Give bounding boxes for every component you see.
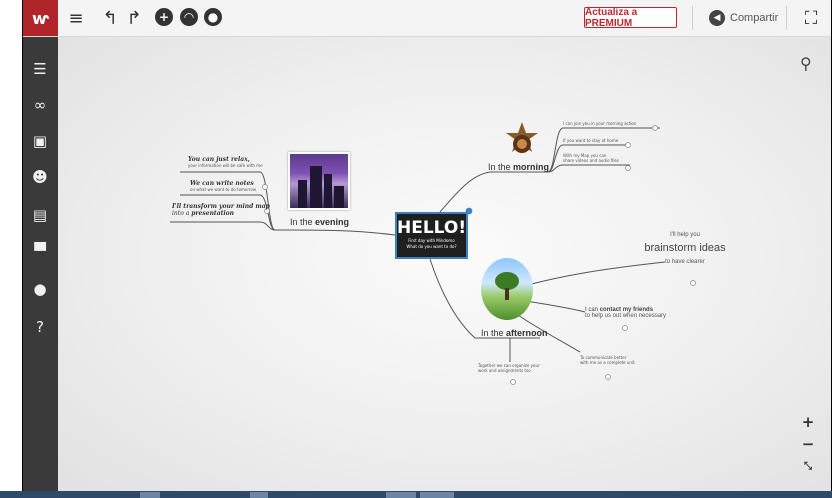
central-topic[interactable]: HELLO! First day with Mindomo What do yo… — [395, 212, 468, 259]
contact-line2: to help us out when necessary — [585, 313, 667, 319]
subtopic-contact[interactable]: I can contact my friends to help us out … — [585, 307, 666, 319]
brainstorm-line3: to have clearer — [665, 259, 705, 265]
subtopic-notes[interactable]: We can write notes on what we want to do… — [190, 180, 256, 192]
topic-evening-prefix: In the — [290, 217, 316, 227]
central-topic-line2: What do you want to do? — [406, 244, 457, 249]
topic-afternoon-prefix: In the — [481, 328, 507, 338]
subtopic-presentation-title: I'll transform your mind map — [172, 203, 270, 210]
tree-trunk — [505, 288, 509, 300]
os-taskbar — [0, 491, 832, 498]
topic-morning-bold: morning — [513, 162, 550, 172]
subtopic-notes-detail: on what we want to do tomorrow — [190, 187, 257, 192]
together-line2: work and assignments too — [478, 368, 531, 373]
afternoon-tree-image[interactable] — [481, 258, 533, 320]
morning-sub-1[interactable]: I can join you in your morning action — [563, 121, 636, 126]
morning-sub-2[interactable]: If you want to stay at home — [563, 138, 618, 143]
subtopic-notes-title: We can write notes — [190, 180, 254, 187]
evening-city-image[interactable] — [288, 152, 350, 210]
topic-afternoon-bold: afternoon — [506, 328, 548, 338]
communicate-line2: with me as a complete unit — [580, 360, 635, 365]
topic-morning-prefix: In the — [488, 162, 514, 172]
taskbar-item[interactable] — [140, 492, 160, 498]
morning-coffee-image[interactable] — [498, 120, 546, 158]
taskbar-item[interactable] — [250, 492, 268, 498]
morning-sub-4[interactable]: share videos and audio files — [563, 158, 619, 163]
topic-morning[interactable]: In the morning — [488, 162, 549, 172]
subtopic-relax[interactable]: You can just relax, your information wil… — [188, 156, 263, 168]
subtopic-presentation-detail: into a presentation — [172, 210, 235, 217]
brainstorm-line2: brainstorm ideas — [644, 242, 726, 254]
topic-afternoon[interactable]: In the afternoon — [481, 328, 548, 338]
subtopic-relax-title: You can just relax, — [188, 156, 250, 163]
topic-evening[interactable]: In the evening — [290, 217, 349, 227]
taskbar-item[interactable] — [420, 492, 454, 498]
central-topic-title: HELLO! — [397, 218, 467, 238]
subtopic-relax-detail: your information will be safe with me — [188, 163, 263, 168]
subtopic-brainstorm[interactable]: I'll help you brainstorm ideas to have c… — [640, 232, 730, 265]
subtopic-communicate[interactable]: To communicate better with me as a compl… — [580, 355, 635, 365]
topic-evening-bold: evening — [315, 217, 350, 227]
subtopic-together[interactable]: Together we can organize your work and a… — [478, 363, 540, 373]
brainstorm-line1: I'll help you — [670, 232, 700, 238]
subtopic-presentation[interactable]: I'll transform your mind map into a pres… — [172, 203, 270, 217]
taskbar-item[interactable] — [386, 492, 416, 498]
